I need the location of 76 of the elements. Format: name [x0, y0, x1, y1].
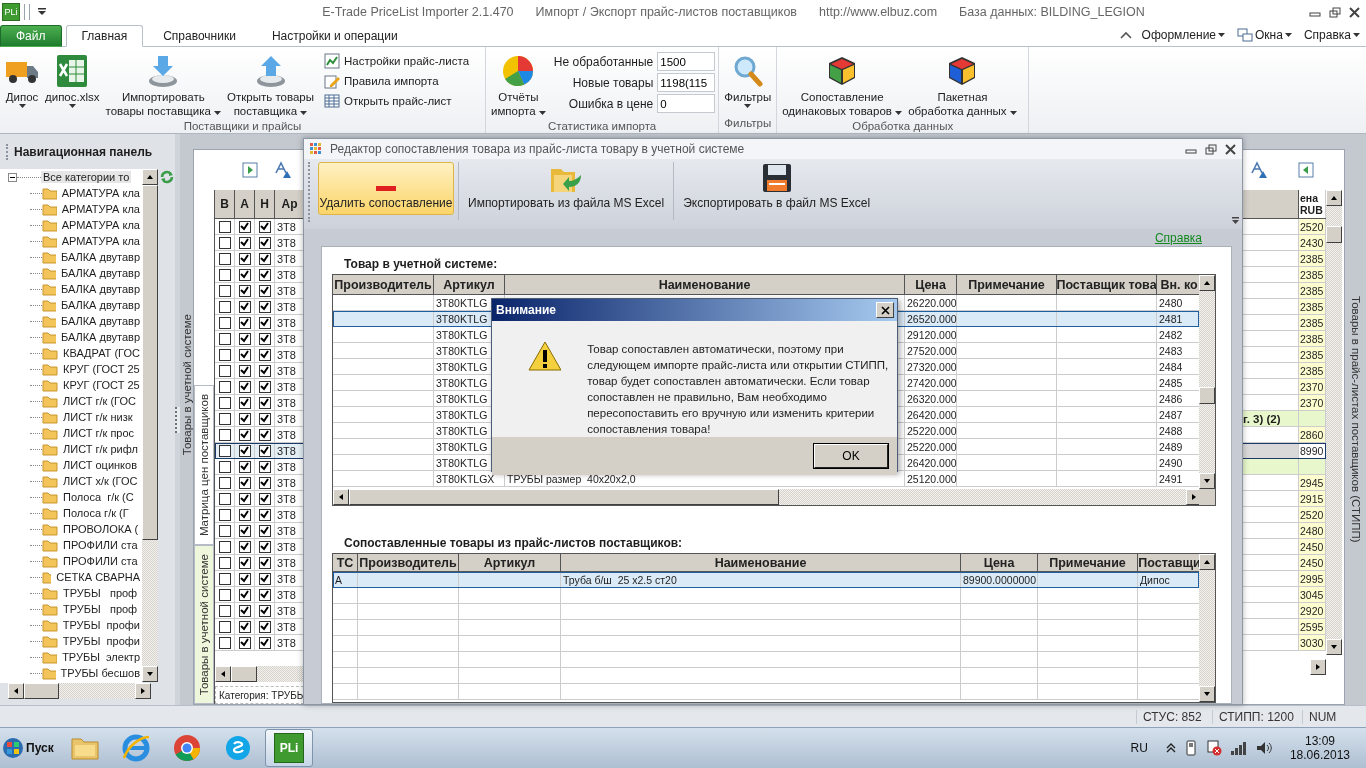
clock-time: 13:09 — [1304, 734, 1335, 748]
section-title: Сопоставленные товары из прайс-листов поставщиков: — [343, 536, 684, 552]
table-cell: 2920 — [1299, 604, 1324, 617]
table-cell: 2430 — [1299, 236, 1324, 249]
table-cell: 2450 — [1299, 540, 1324, 553]
status-text: СТУС: 852 — [1136, 709, 1212, 724]
group-label: Фильтры — [723, 117, 773, 131]
table-cell: 2520 — [1299, 220, 1324, 233]
table-cell: 3030 — [1299, 636, 1324, 649]
window-title: http://www.elbuz.com — [819, 5, 938, 19]
table-cell: 3T8 — [277, 604, 296, 617]
window-title: E-Trade PriceList Importer 2.1.470 — [322, 5, 514, 19]
table-cell: 3T8 — [277, 540, 296, 553]
table-cell: 2480 — [1299, 524, 1324, 537]
table-cell: 2385 — [1299, 268, 1324, 281]
table-cell: 25120.000 — [905, 471, 957, 487]
section-title: Товар в учетной системе: — [343, 257, 499, 273]
field-label: Новые товары — [571, 75, 654, 90]
table-cell: 3T8 — [277, 332, 296, 345]
group-label: Поставщики и прайсы — [182, 120, 303, 133]
table-cell: 3T8 — [277, 316, 296, 329]
status-text: NUM — [1302, 709, 1352, 724]
table-cell: 3T8 — [277, 380, 296, 393]
table-cell: 2370 — [1299, 380, 1324, 393]
table-cell: 2450 — [1299, 556, 1324, 569]
table-cell: 2385 — [1299, 284, 1324, 297]
table-cell: 2915 — [1299, 492, 1324, 505]
table-cell: 3T8 — [277, 348, 296, 361]
table-cell: 3T8 — [277, 524, 296, 537]
table-cell: 2385 — [1299, 252, 1324, 265]
table-cell: 3T8 — [277, 588, 296, 601]
table-cell: 3T8 — [277, 492, 296, 505]
table-cell: 2520 — [1299, 508, 1324, 521]
field-label: Не обработанные — [553, 54, 654, 69]
table-cell: 2385 — [1299, 332, 1324, 345]
group-label: г. 3) (2) — [1242, 412, 1281, 425]
table-cell: 3T8 — [277, 236, 296, 249]
field-label: Ошибка в цене — [567, 96, 654, 111]
table-cell: 3T8 — [277, 636, 296, 649]
status-text: СТИПП: 1200 — [1212, 709, 1302, 724]
table-cell: 3T8 — [277, 412, 296, 425]
app-logo: PLi — [274, 733, 304, 763]
table-cell: 2370 — [1299, 396, 1324, 409]
window-title: Импорт / Экспорт прайс-листов поставщиков — [535, 5, 797, 19]
table-cell: 2385 — [1299, 364, 1324, 377]
table-cell: 2860 — [1299, 428, 1324, 441]
window-title: Редактор сопоставления товара из прайс-листа товару в учетной системе — [330, 142, 746, 156]
group-label: Статистика импорта — [547, 120, 658, 133]
table-cell: 3T8 — [277, 508, 296, 521]
table-cell: 3T8 — [277, 444, 296, 457]
table-cell: 2595 — [1299, 620, 1324, 633]
table-cell: 3T8 — [277, 460, 296, 473]
clock-date: 18.06.2013 — [1289, 748, 1350, 762]
table-cell: 3T8 — [277, 300, 296, 313]
table-cell: 3T8 — [277, 284, 296, 297]
group-label: Обработка данных — [851, 120, 955, 133]
table-cell: 3T8 — [277, 396, 296, 409]
table-cell: 3T8 — [277, 268, 296, 281]
table-cell: 3T8 — [277, 572, 296, 585]
app-logo: PLi — [2, 3, 20, 21]
table-cell: 2995 — [1299, 572, 1324, 585]
table-cell: 2945 — [1299, 476, 1324, 489]
table-cell: 3T8 — [277, 364, 296, 377]
table-cell: 3T8 — [277, 220, 296, 233]
table-cell: 3045 — [1299, 588, 1324, 601]
table-cell: 2385 — [1299, 300, 1324, 313]
table-cell: 2385 — [1299, 316, 1324, 329]
table-cell: 3T8 — [277, 476, 296, 489]
table-cell: 3T8 — [277, 428, 296, 441]
table-cell: 3T8 — [277, 620, 296, 633]
panel-title: Навигационная панель — [14, 144, 153, 159]
window-title: База данных: BILDING_LEGION — [959, 5, 1145, 19]
table-cell: 3T8 — [277, 556, 296, 569]
table-cell: 3T8 — [277, 252, 296, 265]
table-cell: 2385 — [1299, 348, 1324, 361]
table-cell: 8990 — [1299, 444, 1324, 457]
